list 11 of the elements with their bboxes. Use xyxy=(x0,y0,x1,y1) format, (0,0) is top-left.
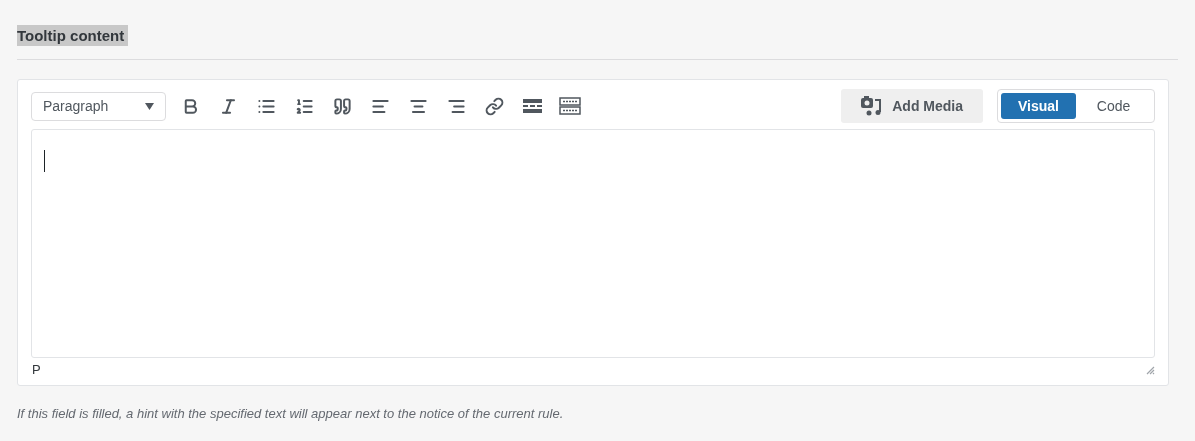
caret-icon xyxy=(145,102,154,110)
element-path: P xyxy=(31,361,41,380)
field-description: If this field is filled, a hint with the specified text will appear next to the notice of the current rule. xyxy=(17,405,565,423)
mode-tab[interactable]: Code xyxy=(1076,93,1151,119)
text-cursor xyxy=(44,150,45,172)
mode-tab[interactable]: Visual xyxy=(1001,93,1076,119)
section-title: Tooltip content xyxy=(17,25,129,46)
format-select[interactable]: Paragraph xyxy=(31,91,166,121)
add-media-button[interactable]: Add Media xyxy=(841,89,983,123)
resize-handle-icon[interactable] xyxy=(1146,365,1155,375)
media-icon xyxy=(861,96,883,116)
